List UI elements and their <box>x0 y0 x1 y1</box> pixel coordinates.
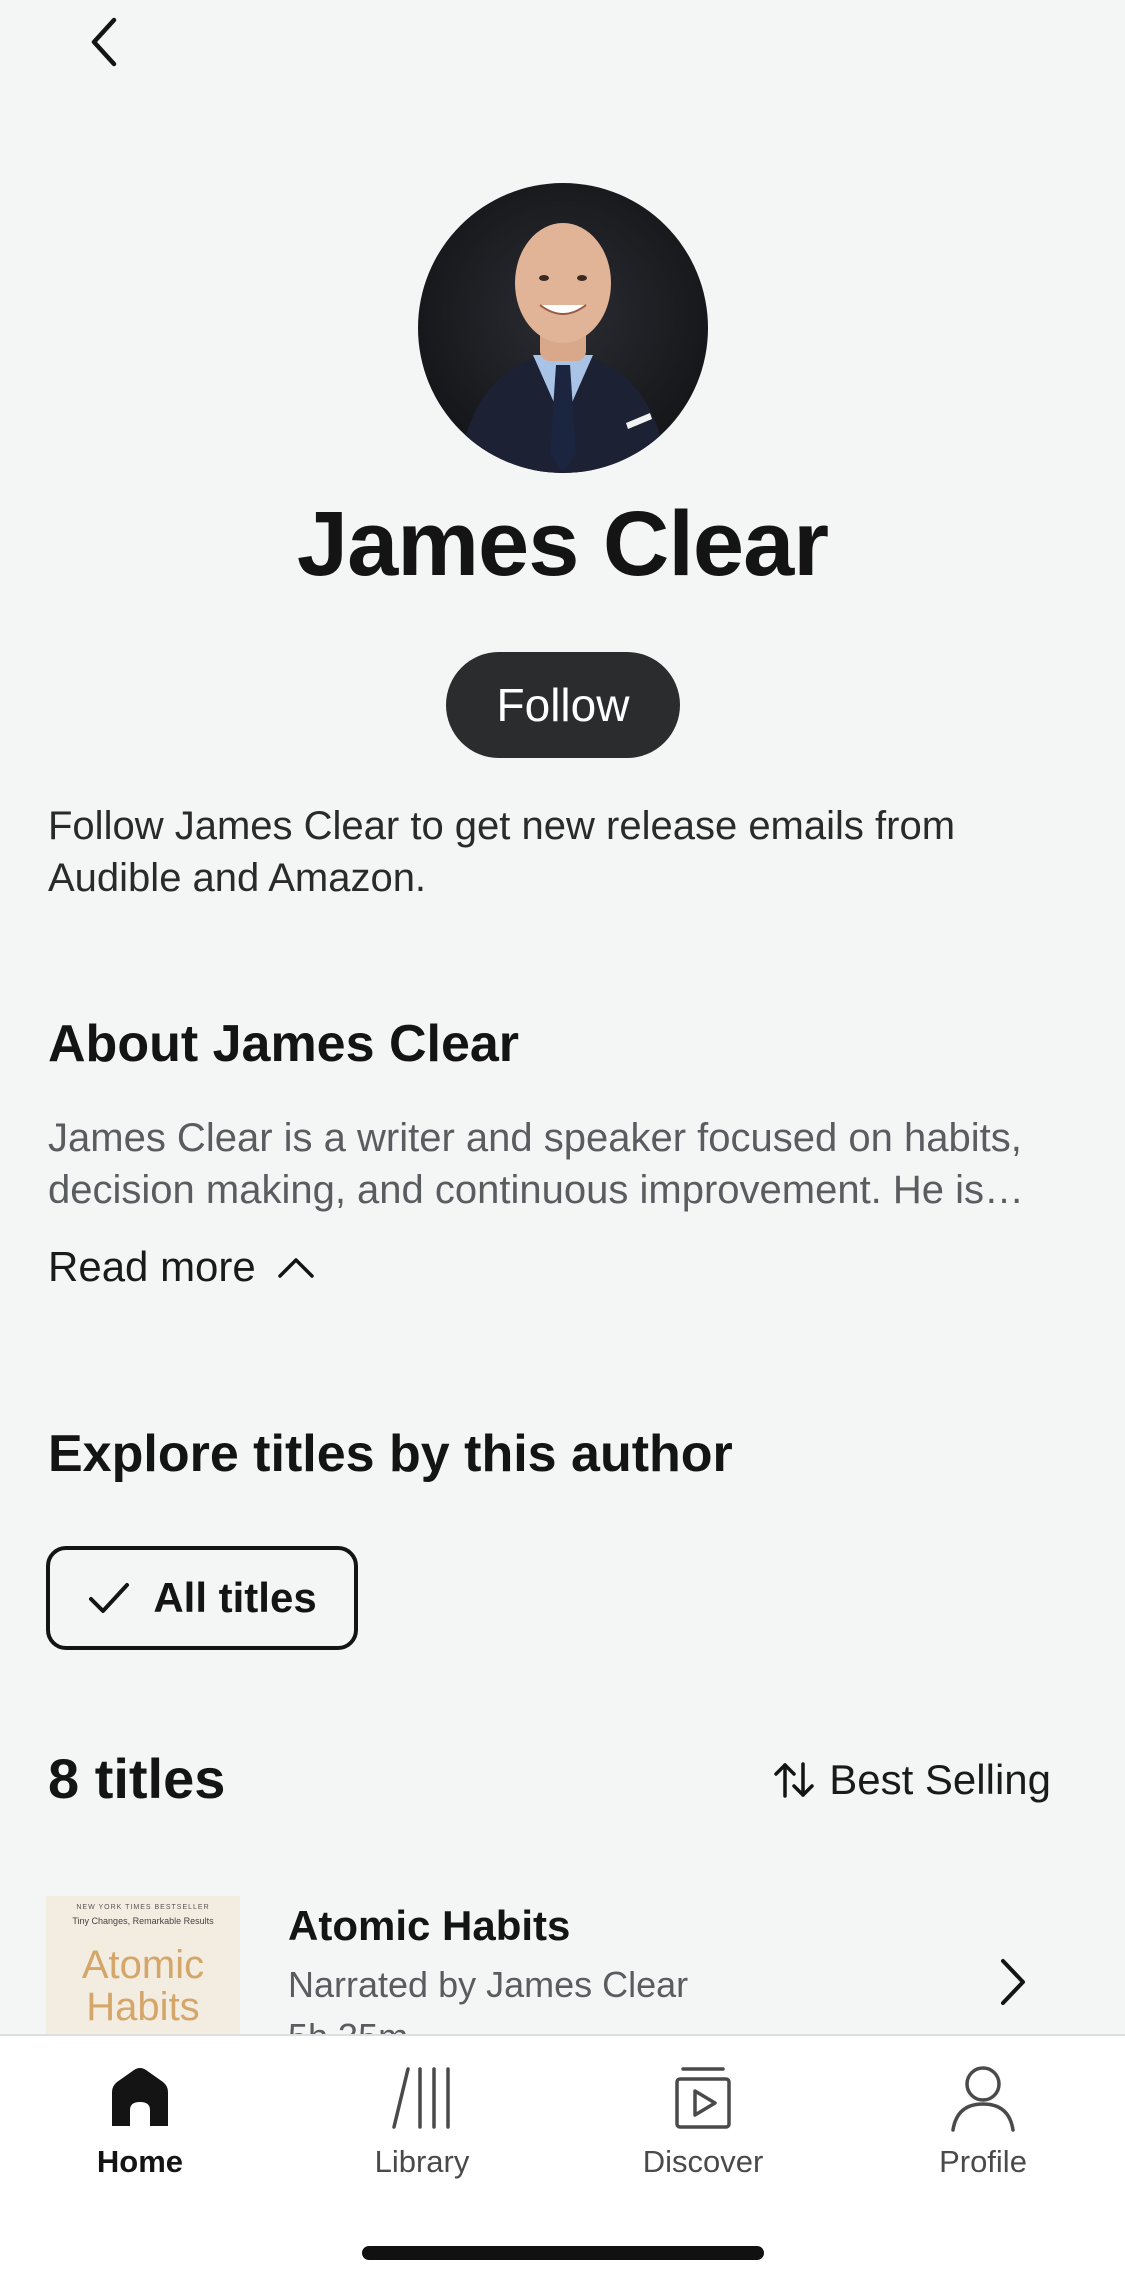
about-body: James Clear is a writer and speaker focu… <box>48 1116 1025 1212</box>
tab-profile[interactable]: Profile <box>883 2062 1083 2180</box>
chevron-up-icon <box>278 1258 314 1278</box>
filter-chip-label: All titles <box>153 1574 317 1621</box>
book-title: Atomic Habits <box>288 1902 571 1949</box>
cover-title: Atomic Habits <box>46 1944 240 2028</box>
library-icon <box>392 2067 450 2129</box>
home-indicator <box>362 2246 764 2260</box>
discover-icon <box>675 2067 731 2129</box>
tab-library[interactable]: Library <box>322 2062 522 2180</box>
cover-subtitle: Tiny Changes, Remarkable Results <box>72 1916 214 1926</box>
book-narrator: Narrated by James Clear <box>288 1964 689 2005</box>
chevron-right-icon <box>1001 1959 1025 2005</box>
about-heading: About James Clear <box>48 1015 520 1073</box>
filter-chip-all-titles[interactable]: All titles <box>46 1546 358 1650</box>
tab-discover[interactable]: Discover <box>603 2062 803 2180</box>
titles-count: 8 titles <box>48 1747 226 1810</box>
tab-discover-label: Discover <box>642 2144 764 2179</box>
cover-title-line1: Atomic <box>81 1943 205 1987</box>
explore-heading: Explore titles by this author <box>48 1425 733 1483</box>
book-cover: NEW YORK TIMES BESTSELLER Tiny Changes, … <box>46 1896 240 2036</box>
cover-top-text: NEW YORK TIMES BESTSELLER <box>76 1904 210 1911</box>
sort-button[interactable]: Best Selling <box>773 1756 1051 1804</box>
tab-library-label: Library <box>374 2144 470 2179</box>
checkmark-icon <box>89 1583 130 1613</box>
profile-icon <box>951 2066 1015 2132</box>
sort-label: Best Selling <box>829 1756 1051 1803</box>
read-more-label: Read more <box>48 1243 256 1290</box>
tab-home-label: Home <box>96 2144 184 2179</box>
follow-note: Follow James Clear to get new release em… <box>48 804 956 900</box>
follow-button[interactable]: Follow <box>446 652 680 758</box>
title-row-atomic-habits[interactable]: NEW YORK TIMES BESTSELLER Tiny Changes, … <box>0 1896 1125 2036</box>
author-avatar <box>418 183 708 473</box>
author-name: James Clear <box>296 493 829 595</box>
tab-home[interactable]: Home <box>40 2062 240 2180</box>
chevron-left-icon <box>91 17 117 67</box>
read-more-button[interactable]: Read more <box>48 1238 316 1296</box>
back-button[interactable] <box>80 12 128 72</box>
book-length: 5h 35m <box>288 2016 408 2036</box>
cover-title-line2: Habits <box>86 1985 200 2029</box>
home-icon <box>112 2068 168 2126</box>
tab-profile-label: Profile <box>939 2144 1027 2179</box>
sort-arrows-icon <box>774 1762 814 1798</box>
